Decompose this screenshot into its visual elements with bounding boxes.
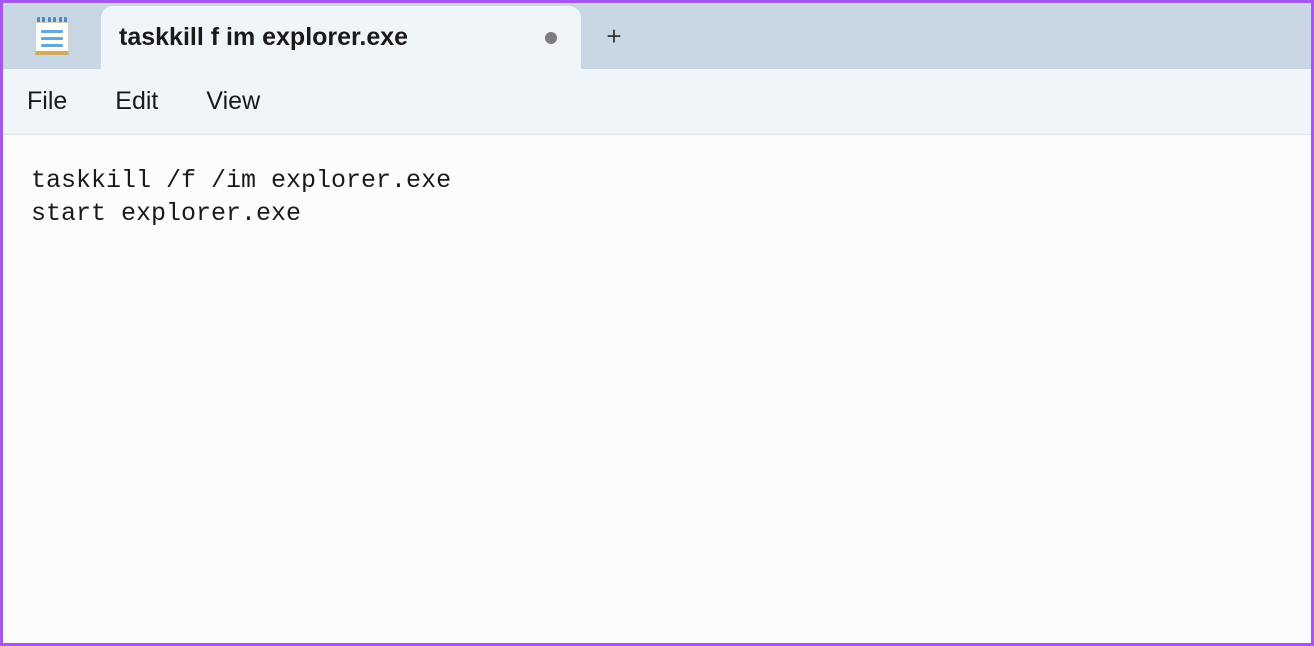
tab-title: taskkill f im explorer.exe: [119, 23, 527, 52]
app-icon-wrap: [3, 3, 101, 69]
title-bar: taskkill f im explorer.exe +: [3, 3, 1311, 69]
tab-modified-indicator-icon[interactable]: [545, 32, 557, 44]
tab-active[interactable]: taskkill f im explorer.exe: [101, 6, 581, 69]
notepad-icon: [35, 17, 69, 55]
plus-icon: +: [606, 21, 621, 52]
new-tab-button[interactable]: +: [581, 3, 647, 69]
editor-area[interactable]: taskkill /f /im explorer.exe start explo…: [3, 135, 1311, 643]
menu-view[interactable]: View: [206, 87, 260, 116]
menu-bar: File Edit View: [3, 69, 1311, 135]
menu-file[interactable]: File: [27, 87, 67, 116]
editor-content[interactable]: taskkill /f /im explorer.exe start explo…: [31, 165, 1283, 230]
menu-edit[interactable]: Edit: [115, 87, 158, 116]
